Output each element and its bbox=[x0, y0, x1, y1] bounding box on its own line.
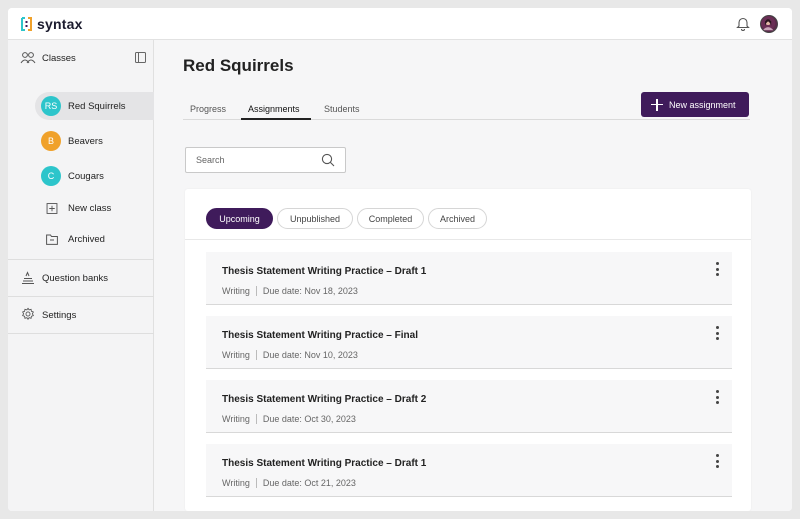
people-icon bbox=[20, 52, 36, 64]
assignment-title: Thesis Statement Writing Practice – Draf… bbox=[222, 266, 427, 277]
filter-upcoming[interactable]: Upcoming bbox=[206, 208, 273, 229]
assignments-panel: Upcoming Unpublished Completed Archived … bbox=[185, 189, 751, 511]
archived-label: Archived bbox=[68, 234, 105, 245]
search-icon[interactable] bbox=[321, 153, 335, 167]
assignment-title: Thesis Statement Writing Practice – Draf… bbox=[222, 458, 427, 469]
new-class-label: New class bbox=[68, 203, 112, 214]
assignment-due-date: Due date: Oct 30, 2023 bbox=[262, 414, 356, 424]
gear-icon bbox=[22, 307, 34, 320]
class-avatar: C bbox=[41, 166, 61, 186]
sidebar-divider bbox=[8, 296, 154, 297]
bell-icon[interactable] bbox=[736, 16, 750, 31]
sidebar-item-archived[interactable]: Archived bbox=[46, 234, 105, 245]
assignment-card[interactable]: Thesis Statement Writing Practice – Fina… bbox=[206, 316, 732, 369]
sidebar-item-settings[interactable]: Settings bbox=[8, 307, 154, 323]
tab-students[interactable]: Students bbox=[324, 104, 360, 114]
assignment-meta: Writing Due date: Oct 21, 2023 bbox=[222, 478, 356, 488]
sidebar-item-cougars[interactable]: C Cougars bbox=[35, 162, 154, 190]
page-title: Red Squirrels bbox=[183, 56, 294, 75]
filter-archived[interactable]: Archived bbox=[428, 208, 487, 229]
add-square-icon bbox=[46, 203, 58, 214]
syntax-logo-icon bbox=[21, 17, 32, 31]
avatar-image bbox=[761, 16, 776, 31]
new-assignment-label: New assignment bbox=[669, 99, 736, 110]
assignment-category: Writing bbox=[222, 350, 250, 360]
question-banks-label: Question banks bbox=[42, 272, 109, 284]
assignment-title: Thesis Statement Writing Practice – Fina… bbox=[222, 330, 418, 341]
logo[interactable]: syntax bbox=[21, 16, 83, 32]
meta-separator bbox=[255, 414, 257, 424]
logo-text: syntax bbox=[37, 16, 83, 32]
class-name: Red Squirrels bbox=[68, 100, 126, 112]
folder-icon bbox=[46, 234, 58, 245]
sidebar-item-question-banks[interactable]: Question banks bbox=[8, 270, 154, 286]
class-avatar: RS bbox=[41, 96, 61, 116]
filter-pills: Upcoming Unpublished Completed Archived bbox=[206, 208, 487, 229]
class-name: Beavers bbox=[68, 135, 103, 147]
app-window: syntax Classes RS Red Squirrels B Beaver… bbox=[8, 8, 792, 511]
tab-progress[interactable]: Progress bbox=[190, 104, 226, 114]
assignment-due-date: Due date: Oct 21, 2023 bbox=[262, 478, 356, 488]
sidebar-item-red-squirrels[interactable]: RS Red Squirrels bbox=[35, 92, 154, 120]
assignment-meta: Writing Due date: Oct 30, 2023 bbox=[222, 414, 356, 424]
new-class-button[interactable]: New class bbox=[46, 203, 111, 214]
assignment-due-date: Due date: Nov 10, 2023 bbox=[262, 350, 358, 360]
assignment-meta: Writing Due date: Nov 18, 2023 bbox=[222, 286, 358, 296]
more-options-icon[interactable] bbox=[712, 261, 722, 277]
main-content: Red Squirrels Progress Assignments Stude… bbox=[154, 40, 792, 511]
active-tab-indicator bbox=[241, 118, 311, 120]
assignment-category: Writing bbox=[222, 286, 250, 296]
search-placeholder: Search bbox=[196, 155, 225, 165]
class-name: Cougars bbox=[68, 170, 104, 182]
filter-unpublished[interactable]: Unpublished bbox=[277, 208, 353, 229]
collapse-sidebar-icon[interactable] bbox=[135, 52, 146, 63]
top-bar: syntax bbox=[8, 8, 792, 40]
class-avatar: B bbox=[41, 131, 61, 151]
assignment-card[interactable]: Thesis Statement Writing Practice – Draf… bbox=[206, 252, 732, 305]
sidebar: Classes RS Red Squirrels B Beavers C Cou… bbox=[8, 40, 154, 511]
plus-icon bbox=[651, 98, 663, 111]
classes-label: Classes bbox=[42, 52, 76, 64]
more-options-icon[interactable] bbox=[712, 389, 722, 405]
search-input[interactable]: Search bbox=[185, 147, 346, 173]
filter-completed[interactable]: Completed bbox=[357, 208, 424, 229]
settings-label: Settings bbox=[42, 309, 77, 321]
meta-separator bbox=[255, 478, 257, 488]
new-assignment-button[interactable]: New assignment bbox=[641, 92, 749, 117]
assignment-title: Thesis Statement Writing Practice – Draf… bbox=[222, 394, 427, 405]
assignment-category: Writing bbox=[222, 414, 250, 424]
meta-separator bbox=[255, 286, 257, 296]
panel-divider bbox=[185, 239, 751, 240]
more-options-icon[interactable] bbox=[712, 453, 722, 469]
sidebar-divider bbox=[8, 259, 154, 260]
assignment-category: Writing bbox=[222, 478, 250, 488]
sidebar-divider bbox=[8, 333, 154, 334]
assignment-meta: Writing Due date: Nov 10, 2023 bbox=[222, 350, 358, 360]
assignment-card[interactable]: Thesis Statement Writing Practice – Draf… bbox=[206, 380, 732, 433]
user-avatar[interactable] bbox=[760, 15, 778, 33]
sidebar-classes-header[interactable]: Classes bbox=[8, 50, 154, 66]
assignment-due-date: Due date: Nov 18, 2023 bbox=[262, 286, 358, 296]
meta-separator bbox=[255, 350, 257, 360]
sidebar-item-beavers[interactable]: B Beavers bbox=[35, 127, 154, 155]
assignment-card[interactable]: Thesis Statement Writing Practice – Draf… bbox=[206, 444, 732, 497]
tab-assignments[interactable]: Assignments bbox=[248, 104, 300, 114]
more-options-icon[interactable] bbox=[712, 325, 722, 341]
stack-icon bbox=[22, 271, 34, 284]
